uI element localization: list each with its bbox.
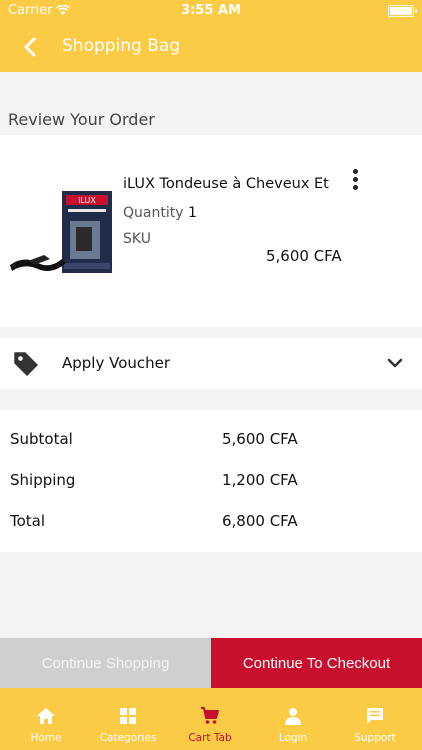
navigation-bar: Shopping Bag	[0, 22, 422, 72]
cart-icon	[201, 707, 219, 724]
status-bar: Carrier 3:55 AM	[0, 0, 422, 22]
tab-label: Login	[278, 732, 308, 744]
tab-home[interactable]: Home	[4, 688, 88, 750]
apply-voucher-row[interactable]: Apply Voucher	[0, 338, 422, 389]
svg-text:iLUX: iLUX	[78, 196, 96, 205]
tab-bar: Home Categories Cart Tab Login Support	[0, 688, 422, 750]
tab-label: Home	[30, 732, 62, 744]
more-options-icon[interactable]	[345, 167, 365, 195]
sku-label: SKU	[123, 231, 151, 247]
grid-icon	[120, 708, 136, 724]
battery-icon	[388, 5, 417, 17]
total-row: Total 6,800 CFA	[0, 512, 422, 540]
quantity-value: 1	[188, 205, 197, 221]
product-price: 5,600 CFA	[266, 247, 342, 265]
tab-label: Categories	[99, 732, 157, 744]
tag-icon	[14, 352, 38, 376]
summary-label: Total	[10, 512, 46, 530]
tab-login[interactable]: Login	[251, 688, 335, 750]
page-title: Shopping Bag	[62, 36, 181, 56]
cart-item: iLUX iLUX Tondeuse à Cheveux Et Quantity…	[0, 135, 422, 327]
chat-icon	[367, 708, 383, 724]
summary-label: Subtotal	[10, 430, 73, 448]
summary-label: Shipping	[10, 471, 76, 489]
summary-value: 6,800 CFA	[222, 512, 298, 530]
tab-label: Cart Tab	[188, 732, 232, 744]
home-icon	[37, 708, 55, 724]
quantity-label: Quantity	[123, 205, 184, 221]
clock: 3:55 AM	[181, 3, 241, 18]
tab-categories[interactable]: Categories	[86, 688, 170, 750]
back-arrow-icon[interactable]	[18, 34, 44, 60]
review-order-heading: Review Your Order	[8, 110, 155, 129]
chevron-down-icon[interactable]	[384, 352, 406, 374]
continue-to-checkout-button[interactable]: Continue To Checkout	[211, 638, 422, 688]
summary-value: 5,600 CFA	[222, 430, 298, 448]
subtotal-row: Subtotal 5,600 CFA	[0, 430, 422, 458]
continue-shopping-button[interactable]: Continue Shopping	[0, 638, 211, 688]
product-name[interactable]: iLUX Tondeuse à Cheveux Et	[123, 176, 329, 192]
tab-cart[interactable]: Cart Tab	[168, 688, 252, 750]
order-summary: Subtotal 5,600 CFA Shipping 1,200 CFA To…	[0, 410, 422, 552]
shipping-row: Shipping 1,200 CFA	[0, 471, 422, 499]
tab-support[interactable]: Support	[333, 688, 417, 750]
product-image[interactable]: iLUX	[10, 185, 114, 279]
summary-value: 1,200 CFA	[222, 471, 298, 489]
user-icon	[285, 708, 301, 725]
tab-label: Support	[354, 732, 396, 744]
apply-voucher-label: Apply Voucher	[62, 354, 171, 372]
